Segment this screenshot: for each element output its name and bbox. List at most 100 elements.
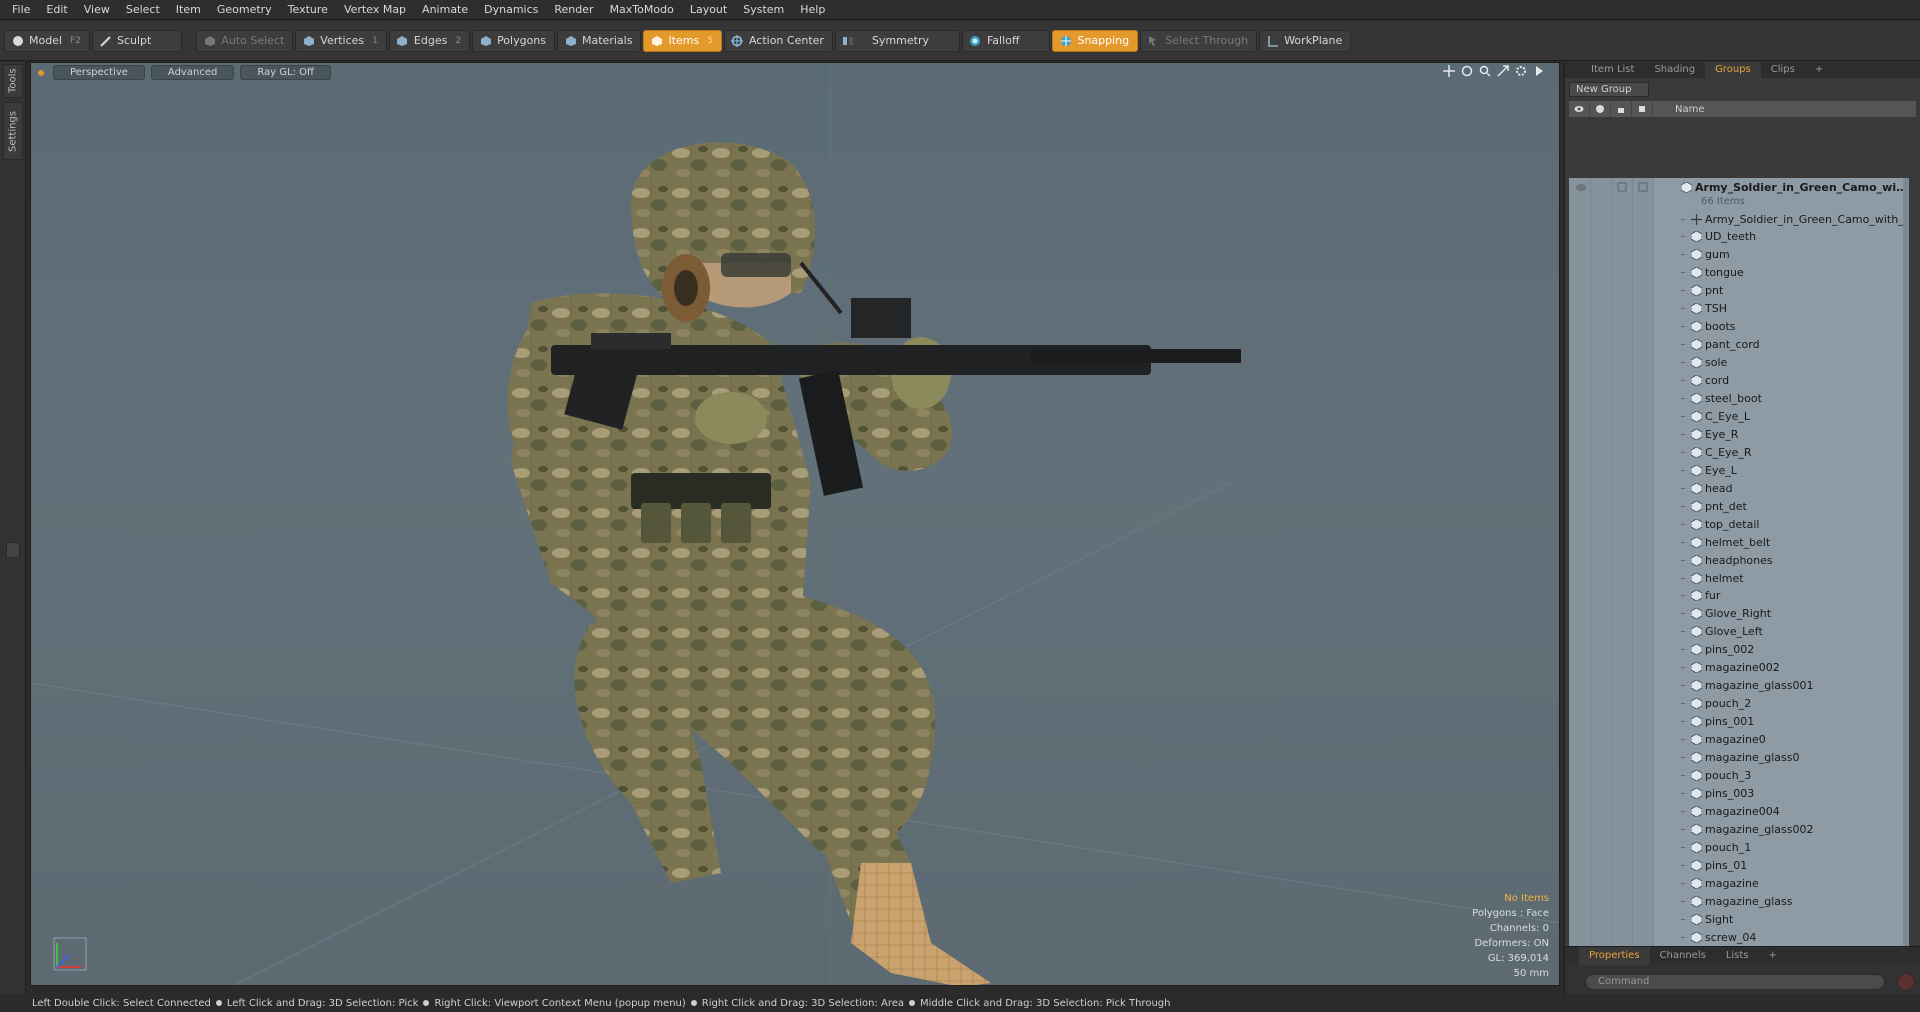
menu-select[interactable]: Select [120, 0, 170, 20]
visibility-column-icon[interactable] [1569, 101, 1590, 117]
tree-item[interactable]: magazine_glass [1569, 892, 1909, 910]
tree-item[interactable]: UD_teeth [1569, 228, 1909, 246]
menu-layout[interactable]: Layout [684, 0, 737, 20]
raygl-button[interactable]: Ray GL: Off [240, 64, 331, 80]
tree-item[interactable]: pins_01 [1569, 856, 1909, 874]
tree-item[interactable]: screw_04 [1569, 928, 1909, 946]
select-column-icon[interactable] [1632, 101, 1653, 117]
tree-item[interactable]: helmet [1569, 569, 1909, 587]
tree-item[interactable]: Army_Soldier_in_Green_Camo_with_R… [1569, 210, 1909, 228]
select-through-button[interactable]: Select Through [1140, 29, 1258, 52]
tree-item[interactable]: TSH [1569, 300, 1909, 318]
soldier-model[interactable] [31, 63, 1560, 986]
rotate-icon[interactable] [1461, 65, 1473, 77]
tree-item[interactable]: magazine004 [1569, 802, 1909, 820]
edges-button[interactable]: Edges 2 [388, 29, 471, 52]
tree-item[interactable]: magazine0 [1569, 731, 1909, 749]
tree-item[interactable]: Sight [1569, 910, 1909, 928]
tab-channels[interactable]: Channels [1650, 947, 1716, 965]
menu-maxtomodo[interactable]: MaxToModo [604, 0, 684, 20]
menu-item[interactable]: Item [170, 0, 211, 20]
perspective-button[interactable]: Perspective [53, 64, 145, 80]
falloff-button[interactable]: Falloff [961, 29, 1051, 52]
menu-geometry[interactable]: Geometry [211, 0, 282, 20]
menu-system[interactable]: System [737, 0, 794, 20]
menu-render[interactable]: Render [548, 0, 603, 20]
tools-tab[interactable]: Tools [3, 64, 23, 98]
render-column-icon[interactable] [1590, 101, 1611, 117]
settings-tab[interactable]: Settings [3, 102, 23, 160]
tree-item[interactable]: C_Eye_R [1569, 443, 1909, 461]
menu-vertex-map[interactable]: Vertex Map [338, 0, 416, 20]
tab-item-list[interactable]: Item List [1581, 62, 1644, 78]
tree-item[interactable]: pouch_3 [1569, 766, 1909, 784]
tree-item[interactable]: pnt_det [1569, 497, 1909, 515]
panel-toggle-handle[interactable] [6, 542, 20, 558]
menu-help[interactable]: Help [794, 0, 835, 20]
add-tab-button[interactable]: + [1805, 62, 1833, 78]
tree-item[interactable]: sole [1569, 354, 1909, 372]
tree-item[interactable]: Glove_Left [1569, 623, 1909, 641]
tree-item[interactable]: pouch_1 [1569, 838, 1909, 856]
pan-icon[interactable] [1443, 65, 1455, 77]
snapping-button[interactable]: Snapping [1052, 29, 1139, 52]
tab-groups[interactable]: Groups [1705, 62, 1761, 78]
play-arrow-icon[interactable] [1533, 65, 1545, 77]
tree-item[interactable]: pins_001 [1569, 713, 1909, 731]
tree-item[interactable]: pins_003 [1569, 784, 1909, 802]
materials-button[interactable]: Materials [557, 29, 642, 52]
tree-item[interactable]: Eye_L [1569, 461, 1909, 479]
root-lock-box-icon[interactable] [1617, 182, 1627, 192]
model-button[interactable]: Model F2 [4, 29, 90, 52]
menu-texture[interactable]: Texture [282, 0, 338, 20]
tree-item[interactable]: tongue [1569, 264, 1909, 282]
menu-dynamics[interactable]: Dynamics [478, 0, 548, 20]
tree-item[interactable]: head [1569, 479, 1909, 497]
tree-root-group[interactable]: Army_Soldier_in_Green_Camo_wi… [1569, 178, 1909, 196]
root-eye-icon[interactable] [1575, 183, 1587, 192]
tree-item[interactable]: magazine_glass0 [1569, 749, 1909, 767]
tree-item[interactable]: magazine_glass001 [1569, 677, 1909, 695]
tree-item[interactable]: pins_002 [1569, 641, 1909, 659]
tree-item[interactable]: fur [1569, 587, 1909, 605]
polygons-button[interactable]: Polygons [472, 29, 556, 52]
tab-properties[interactable]: Properties [1579, 947, 1650, 965]
tree-item[interactable]: cord [1569, 372, 1909, 390]
tree-item[interactable]: magazine_glass002 [1569, 820, 1909, 838]
menu-file[interactable]: File [6, 0, 40, 20]
root-select-box-icon[interactable] [1638, 182, 1648, 192]
advanced-button[interactable]: Advanced [150, 64, 235, 80]
symmetry-button[interactable]: Symmetry [834, 29, 960, 52]
tree-item[interactable]: headphones [1569, 551, 1909, 569]
gear-icon[interactable] [1515, 65, 1527, 77]
command-history-icon[interactable] [1897, 973, 1915, 991]
tree-item[interactable]: top_detail [1569, 515, 1909, 533]
tree-item[interactable]: pant_cord [1569, 336, 1909, 354]
tab-shading[interactable]: Shading [1644, 62, 1705, 78]
command-input[interactable]: Command [1585, 974, 1885, 990]
menu-edit[interactable]: Edit [40, 0, 77, 20]
tree-item[interactable]: pouch_2 [1569, 695, 1909, 713]
new-group-button[interactable]: New Group [1569, 82, 1649, 97]
tree-item[interactable]: pnt [1569, 282, 1909, 300]
tree-item[interactable]: steel_boot [1569, 390, 1909, 408]
tab-clips[interactable]: Clips [1761, 62, 1805, 78]
tree-item[interactable]: Glove_Right [1569, 605, 1909, 623]
vertices-button[interactable]: Vertices 1 [295, 29, 387, 52]
action-center-button[interactable]: Action Center [723, 29, 833, 52]
tree-item[interactable]: gum [1569, 246, 1909, 264]
add-properties-tab-button[interactable]: + [1759, 947, 1787, 965]
auto-select-button[interactable]: Auto Select [196, 29, 294, 52]
tab-lists[interactable]: Lists [1716, 947, 1759, 965]
menu-animate[interactable]: Animate [416, 0, 478, 20]
zoom-icon[interactable] [1479, 65, 1491, 77]
tree-item[interactable]: magazine [1569, 874, 1909, 892]
menu-view[interactable]: View [78, 0, 120, 20]
sculpt-button[interactable]: Sculpt [91, 29, 183, 52]
viewport-menu-icon[interactable] [37, 67, 47, 77]
workplane-button[interactable]: WorkPlane [1259, 29, 1352, 52]
tree-scrollbar[interactable] [1903, 178, 1909, 986]
tree-item[interactable]: magazine002 [1569, 659, 1909, 677]
items-button[interactable]: Items 5 [643, 29, 722, 52]
tree-item[interactable]: boots [1569, 318, 1909, 336]
